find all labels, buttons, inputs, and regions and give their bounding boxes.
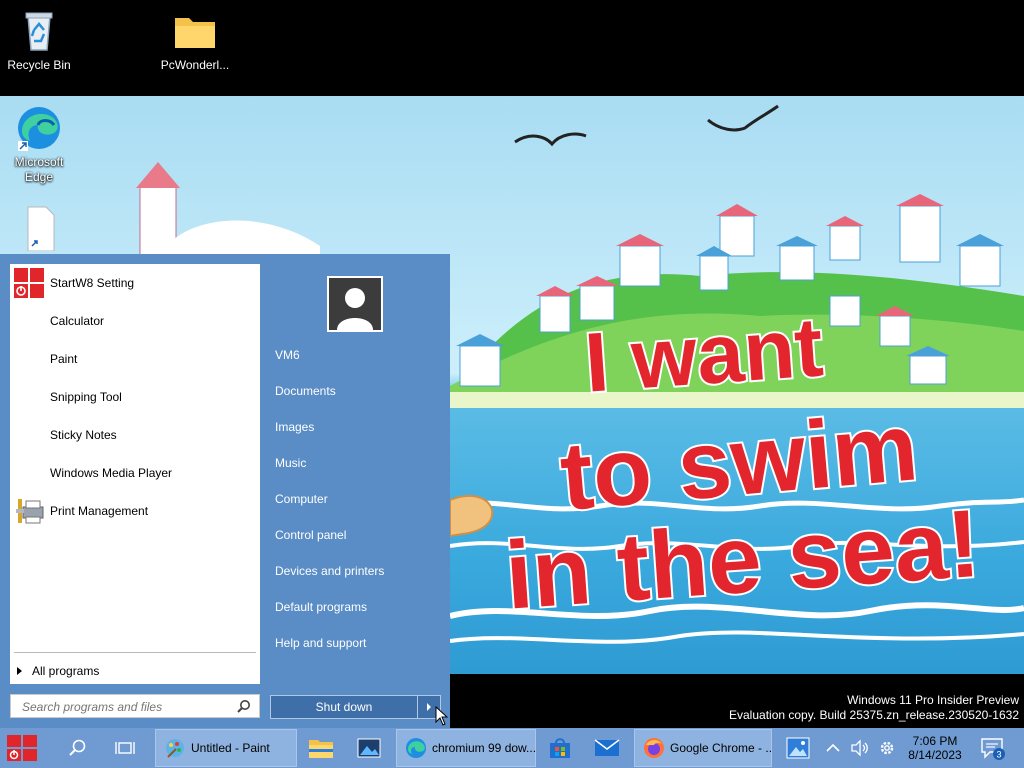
show-hidden-icons-button[interactable] [826, 728, 842, 768]
taskbar: Untitled - Paint chromium 99 dow... Goog… [0, 728, 1024, 768]
user-avatar[interactable] [327, 276, 383, 332]
edge-icon [405, 737, 427, 759]
taskbar-clock[interactable]: 7:06 PM 8/14/2023 [902, 734, 968, 762]
program-paint[interactable]: Paint [10, 340, 260, 378]
search-icon [69, 739, 86, 756]
divider [14, 652, 256, 653]
chevron-right-icon [17, 667, 22, 675]
notification-icon: 3 [981, 738, 1005, 760]
place-user-folder[interactable]: VM6 [275, 346, 300, 364]
taskbar-photos[interactable] [356, 728, 384, 768]
store-icon [550, 738, 570, 758]
photos-icon [357, 738, 381, 758]
taskbar-app-label: chromium 99 dow... [432, 741, 535, 755]
program-windows-media-player[interactable]: Windows Media Player [10, 454, 260, 492]
firefox-icon [643, 737, 665, 759]
desktop-icon-microsoft-edge[interactable]: Microsoft Edge [1, 105, 77, 185]
chevron-up-icon [826, 743, 840, 752]
windows-watermark: Windows 11 Pro Insider Preview Evaluatio… [729, 693, 1019, 723]
mouse-cursor-icon [435, 706, 449, 726]
taskbar-app-paint[interactable]: Untitled - Paint [155, 729, 297, 767]
program-label: StartW8 Setting [50, 276, 135, 290]
chevron-right-icon [427, 703, 431, 711]
desktop-icon-blank-file[interactable] [1, 205, 77, 255]
file-icon [16, 205, 62, 252]
taskbar-app-firefox[interactable]: Google Chrome - ... [634, 729, 772, 767]
programs-panel: StartW8 Setting Calculator Paint Snippin… [10, 264, 260, 684]
taskbar-search-button[interactable] [68, 728, 90, 768]
task-view-button[interactable] [115, 728, 137, 768]
place-default-programs[interactable]: Default programs [275, 598, 367, 616]
program-label: Print Management [50, 504, 149, 518]
desktop-icon-label: Microsoft Edge [14, 155, 64, 184]
clock-date: 8/14/2023 [908, 748, 962, 762]
search-box[interactable] [10, 694, 260, 718]
search-input[interactable] [20, 696, 234, 718]
notification-center-button[interactable]: 3 [980, 728, 1006, 768]
wallpaper-text-line1: I want [582, 299, 826, 409]
desktop-icon-pcwonderland[interactable]: PcWonderl... [157, 8, 233, 73]
program-snipping-tool[interactable]: Snipping Tool [10, 378, 260, 416]
program-calculator[interactable]: Calculator [10, 302, 260, 340]
watermark-line-1: Windows 11 Pro Insider Preview [847, 693, 1019, 707]
place-help-and-support[interactable]: Help and support [275, 634, 366, 652]
place-devices-and-printers[interactable]: Devices and printers [275, 562, 384, 580]
edge-icon [16, 105, 62, 151]
start-button[interactable] [6, 728, 38, 768]
speaker-icon [851, 739, 868, 757]
place-music[interactable]: Music [275, 454, 306, 472]
desktop-icon-recycle-bin[interactable]: Recycle Bin [1, 8, 77, 73]
task-view-icon [115, 742, 135, 754]
mail-icon [594, 739, 620, 756]
place-control-panel[interactable]: Control panel [275, 526, 346, 544]
place-documents[interactable]: Documents [275, 382, 336, 400]
start-menu: StartW8 Setting Calculator Paint Snippin… [0, 254, 450, 728]
program-label: Windows Media Player [50, 466, 173, 480]
taskbar-app-label: Google Chrome - ... [670, 741, 771, 755]
taskbar-mail[interactable] [594, 728, 622, 768]
taskbar-gallery[interactable] [786, 728, 812, 768]
program-label: Snipping Tool [50, 390, 122, 404]
user-icon [337, 288, 373, 330]
all-programs-label: All programs [32, 664, 100, 678]
program-startw8-setting[interactable]: StartW8 Setting [10, 264, 260, 302]
search-icon[interactable] [237, 699, 251, 716]
program-label: Sticky Notes [50, 428, 117, 442]
taskbar-store[interactable] [548, 728, 574, 768]
gear-icon [880, 741, 894, 755]
folder-icon [309, 740, 333, 758]
program-sticky-notes[interactable]: Sticky Notes [10, 416, 260, 454]
folder-icon [172, 8, 218, 54]
settings-button[interactable] [878, 728, 898, 768]
volume-button[interactable] [850, 728, 870, 768]
printer-icon [12, 494, 46, 528]
recycle-bin-icon [16, 8, 62, 54]
shutdown-button[interactable]: Shut down [270, 695, 418, 719]
desktop-icon-label: Recycle Bin [7, 58, 71, 72]
clock-time: 7:06 PM [912, 734, 958, 748]
taskbar-app-label: Untitled - Paint [191, 741, 270, 755]
notification-count: 3 [996, 750, 1001, 760]
watermark-line-2: Evaluation copy. Build 25375.zn_release.… [729, 708, 1019, 722]
taskbar-file-explorer[interactable] [308, 728, 336, 768]
program-label: Calculator [50, 314, 105, 328]
place-images[interactable]: Images [275, 418, 314, 436]
all-programs-button[interactable]: All programs [10, 660, 260, 682]
paint-icon [164, 737, 186, 759]
program-label: Paint [50, 352, 78, 366]
desktop-icon-label: PcWonderl... [160, 58, 230, 72]
taskbar-app-edge[interactable]: chromium 99 dow... [396, 729, 536, 767]
gallery-icon [786, 737, 810, 759]
program-print-management[interactable]: Print Management [10, 492, 260, 530]
place-computer[interactable]: Computer [275, 490, 328, 508]
startw8-icon [12, 266, 46, 300]
startw8-logo-icon [7, 735, 37, 761]
